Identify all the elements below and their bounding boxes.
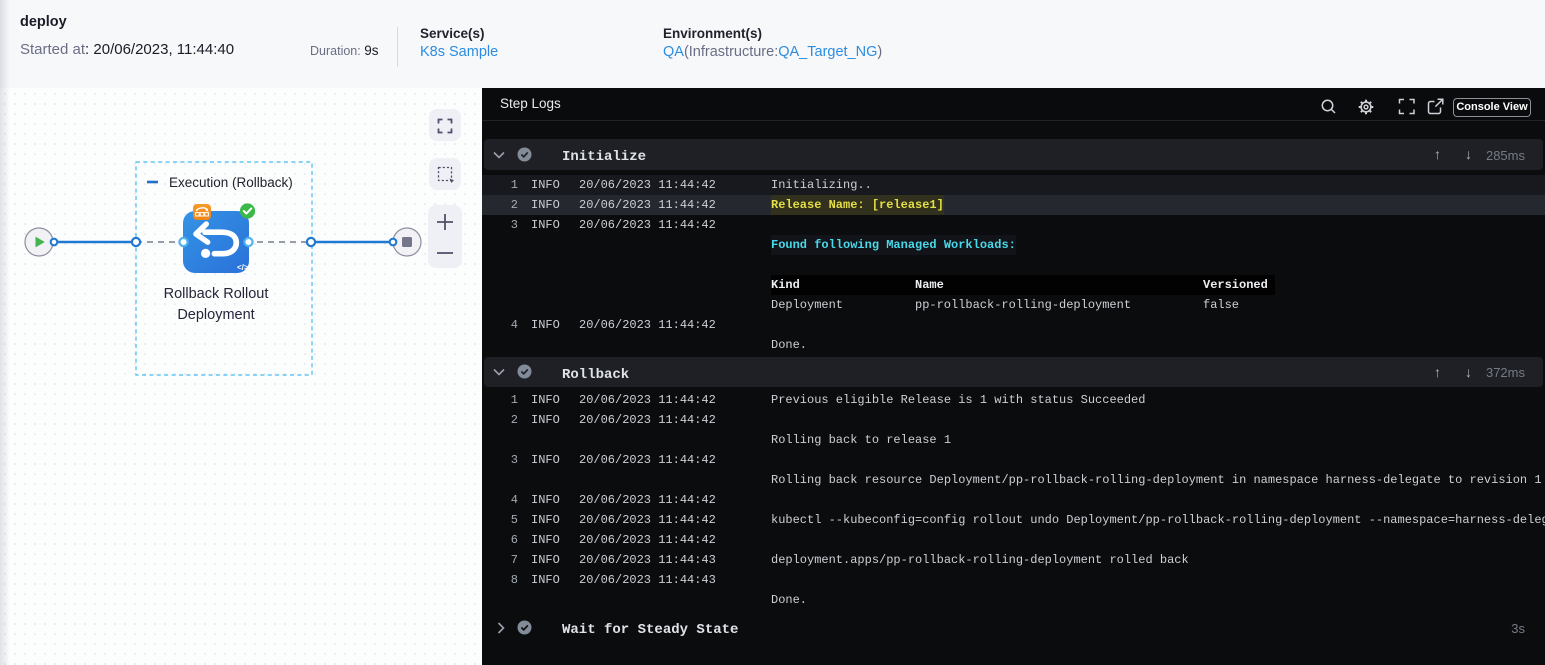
svg-text:</>: </> xyxy=(237,263,249,272)
svg-text:Rollback Rollout: Rollback Rollout xyxy=(164,286,269,302)
svg-text:Deployment: Deployment xyxy=(177,307,254,323)
svg-text:Execution (Rollback): Execution (Rollback) xyxy=(169,175,293,190)
